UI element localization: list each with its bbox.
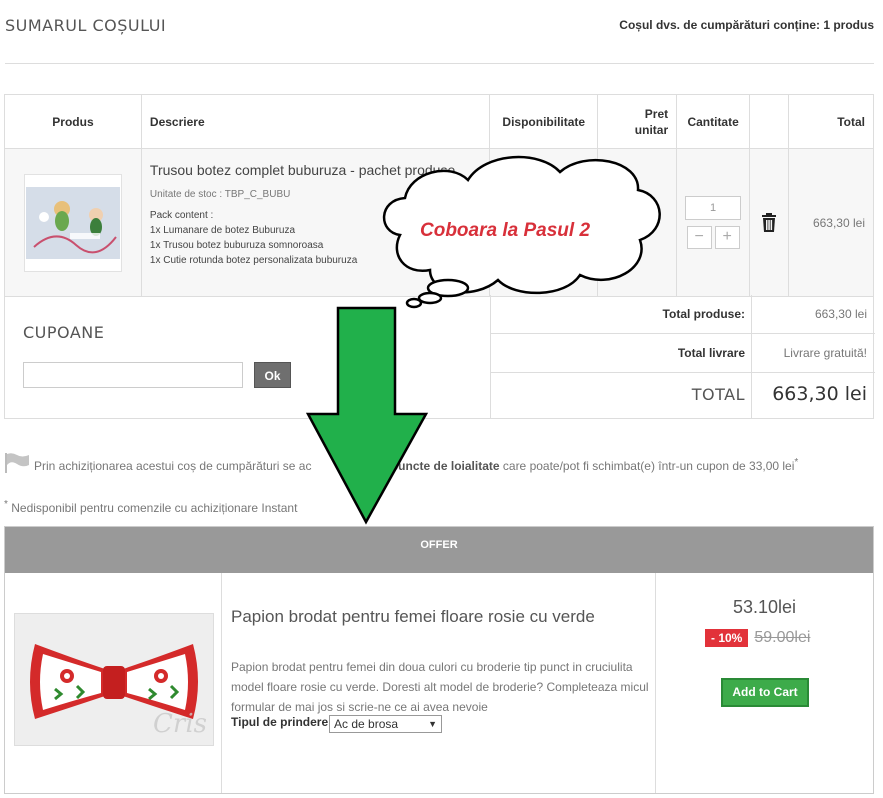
cart-summary: Coșul dvs. de cumpărături conține: 1 pro… (619, 18, 874, 32)
grand-total-label: TOTAL (691, 385, 745, 404)
offer-image-cell: Cris (5, 573, 222, 793)
col-unit-price-l1: Pret (644, 106, 669, 121)
instant-note-text: Nedisponibil pentru comenzile cu achiziț… (11, 501, 298, 515)
attach-type-label: Tipul de prindere (231, 715, 329, 729)
quantity-stepper: − + (677, 226, 749, 249)
total-shipping-row: Total livrare Livrare gratuită! (491, 334, 875, 373)
product-thumbnail[interactable] (23, 173, 122, 272)
offer-product-description: Papion brodat pentru femei din doua culo… (231, 660, 649, 714)
coupon-section: CUPOANE Ok (5, 295, 491, 418)
offer-discount-group: - 10% 59.00lei (705, 629, 810, 647)
loyalty-text-end: care poate/pot fi schimbat(e) într-un cu… (502, 459, 795, 473)
attach-type-value: Ac de brosa (334, 717, 399, 731)
loyalty-points: 33 puncte de loialitate (374, 459, 500, 473)
watermark-text: Cris (153, 709, 207, 739)
col-total: Total (788, 94, 874, 149)
divider (751, 295, 752, 333)
cart-table: Produs Descriere Disponibilitate Pret un… (4, 94, 874, 297)
total-shipping-value: Livrare gratuită! (783, 346, 867, 360)
page-title: SUMARUL COȘULUI (5, 16, 167, 35)
offer-description-cell: Papion brodat pentru femei floare rosie … (222, 573, 656, 793)
quantity-input[interactable]: 1 (685, 196, 742, 220)
discount-badge: - 10% (705, 629, 749, 647)
quantity-increase-button[interactable]: + (714, 226, 740, 249)
coupon-ok-button[interactable]: Ok (254, 362, 291, 388)
offer-header: OFFER (5, 527, 873, 573)
total-products-row: Total produse: 663,30 lei (491, 295, 875, 334)
quantity-cell: 1 − + (676, 148, 751, 297)
quantity-decrease-button[interactable]: − (686, 226, 712, 249)
divider (5, 63, 874, 64)
divider (751, 373, 752, 418)
instant-note: * Nedisponibil pentru comenzile cu achiz… (4, 499, 297, 515)
trash-icon[interactable] (750, 213, 788, 232)
attach-type-select[interactable]: Ac de brosa ▼ (329, 715, 442, 733)
asterisk: * (794, 457, 799, 468)
loyalty-notice: Prin achiziționarea acestui coș de cumpă… (4, 453, 864, 478)
add-to-cart-button[interactable]: Add to Cart (721, 678, 809, 707)
divider (751, 334, 752, 372)
product-image-cell (4, 148, 142, 297)
offer-product-name[interactable]: Papion brodat pentru femei floare rosie … (231, 607, 595, 627)
col-product: Produs (4, 94, 142, 149)
total-shipping-label: Total livrare (677, 346, 745, 360)
product-image (25, 186, 120, 259)
offer-body: Cris Papion brodat pentru femei floare r… (5, 573, 873, 793)
delete-cell (749, 148, 790, 297)
cart-footer: CUPOANE Ok Total produse: 663,30 lei Tot… (4, 295, 875, 419)
caret-down-icon: ▼ (428, 719, 437, 729)
item-total: 663,30 lei (788, 148, 874, 297)
offer-section: OFFER Cris Papion brodat pentru femei fl… (4, 526, 874, 794)
callout-text: Coboara la Pasul 2 (420, 220, 591, 241)
offer-price: 53.10lei (732, 597, 797, 617)
grand-total-value: 663,30 lei (772, 383, 867, 405)
coupon-title: CUPOANE (23, 323, 105, 342)
col-unit-price-l2: unitar (634, 122, 669, 137)
col-description: Descriere (140, 94, 491, 149)
col-availability: Disponibilitate (489, 94, 599, 149)
grand-total-row: TOTAL 663,30 lei (491, 373, 875, 418)
offer-price-cell: 53.10lei - 10% 59.00lei Add to Cart (656, 573, 873, 793)
total-products-value: 663,30 lei (814, 307, 867, 321)
total-products-label: Total produse: (662, 307, 745, 321)
coupon-input[interactable] (23, 362, 243, 388)
flag-icon (4, 453, 30, 478)
old-price: 59.00lei (754, 629, 811, 646)
loyalty-text-start: Prin achiziționarea acestui coș de cumpă… (34, 459, 312, 473)
product-sku: Unitate de stoc : TBP_C_BUBU (149, 189, 291, 200)
col-delete (749, 94, 790, 149)
pack-item: 1x Cutie rotunda botez personalizata bub… (149, 255, 358, 266)
table-header-row: Produs Descriere Disponibilitate Pret un… (4, 94, 874, 149)
product-name-link[interactable]: Trusou botez complet buburuza - pachet p… (150, 159, 481, 181)
unit-price-cell (597, 148, 678, 297)
col-quantity: Cantitate (676, 94, 751, 149)
offer-product-image[interactable]: Cris (14, 613, 214, 746)
loyalty-text-mid: la (361, 459, 371, 473)
col-unit-price: Pret unitar (597, 94, 678, 149)
asterisk: * (4, 499, 8, 510)
